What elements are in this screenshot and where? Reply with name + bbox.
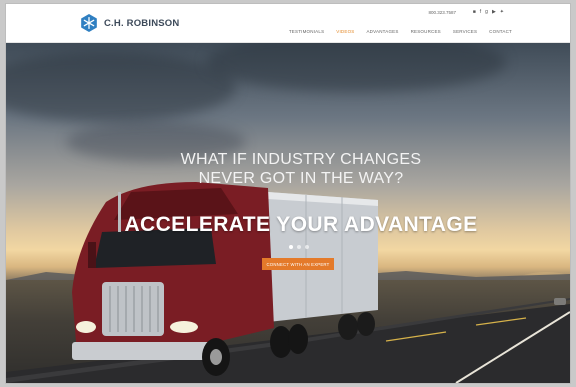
snowflake-logo-icon: [81, 14, 97, 32]
slider-dot-2[interactable]: [297, 245, 301, 249]
hero-banner: WHAT IF INDUSTRY CHANGES NEVER GOT IN TH…: [6, 42, 570, 383]
main-nav: TESTIMONIALS VIDEOS ADVANTAGES RESOURCES…: [289, 29, 512, 34]
nav-item-services[interactable]: SERVICES: [453, 29, 477, 34]
browser-page: C.H. ROBINSON 800.323.7587 ■ f g ▶ ✦ TES…: [6, 4, 570, 383]
social-links: ■ f g ▶ ✦: [473, 9, 504, 15]
nav-item-testimonials[interactable]: TESTIMONIALS: [289, 29, 324, 34]
twitter-icon[interactable]: ✦: [500, 9, 504, 15]
nav-item-advantages[interactable]: ADVANTAGES: [366, 29, 398, 34]
hero-tagline: ACCELERATE YOUR ADVANTAGE: [124, 213, 478, 236]
slider-dots: [289, 245, 309, 249]
brand-name: C.H. ROBINSON: [104, 17, 180, 29]
site-header: C.H. ROBINSON 800.323.7587 ■ f g ▶ ✦ TES…: [6, 4, 570, 43]
nav-item-resources[interactable]: RESOURCES: [411, 29, 441, 34]
linkedin-icon[interactable]: ■: [473, 9, 476, 15]
slider-dot-1[interactable]: [289, 245, 293, 249]
nav-item-contact[interactable]: CONTACT: [489, 29, 512, 34]
headline-line-1: WHAT IF INDUSTRY CHANGES: [180, 151, 422, 168]
facebook-icon[interactable]: f: [480, 9, 481, 15]
hero-headline: WHAT IF INDUSTRY CHANGES NEVER GOT IN TH…: [6, 150, 570, 188]
slider-dot-3[interactable]: [305, 245, 309, 249]
googleplus-icon[interactable]: g: [485, 9, 488, 15]
youtube-icon[interactable]: ▶: [492, 9, 496, 15]
site-logo[interactable]: C.H. ROBINSON: [80, 14, 179, 32]
headline-line-2: NEVER GOT IN THE WAY?: [198, 170, 404, 187]
phone-number[interactable]: 800.323.7587: [428, 10, 456, 15]
nav-item-videos[interactable]: VIDEOS: [336, 29, 354, 34]
connect-expert-button[interactable]: CONNECT WITH AN EXPERT: [262, 258, 334, 270]
